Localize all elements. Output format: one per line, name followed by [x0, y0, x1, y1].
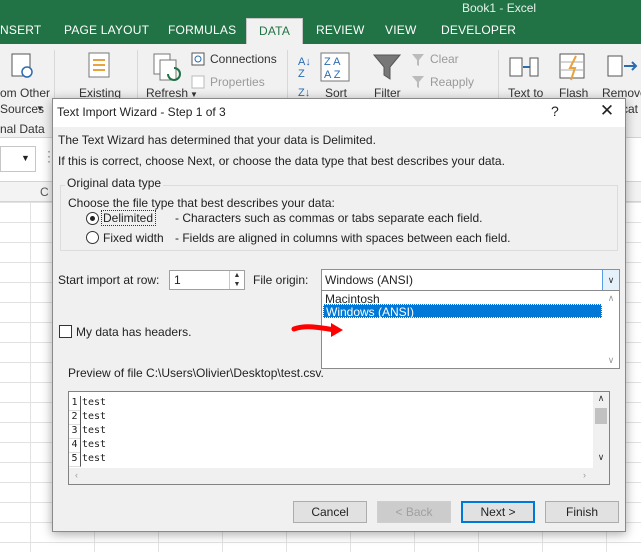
fixed-width-radio[interactable]: [86, 231, 99, 244]
excel-title-bar: Book1 - Excel: [0, 0, 641, 18]
fixed-width-description: - Fields are aligned in columns with spa…: [175, 231, 511, 245]
preview-horizontal-scrollbar[interactable]: ‹ ›: [69, 468, 609, 484]
flash-fill-icon[interactable]: [558, 52, 588, 82]
refresh-all-icon[interactable]: [150, 52, 184, 84]
preview-row-text: test: [82, 411, 107, 422]
from-other-sources-label-1[interactable]: om Other: [0, 86, 50, 100]
start-row-spinner[interactable]: 1 ▲ ▼: [169, 270, 245, 290]
dropdown-scrollbar[interactable]: ∧ ∨: [603, 291, 619, 368]
red-arrow-annotation-icon: [291, 323, 343, 337]
preview-row-text: test: [82, 397, 107, 408]
intro-line-2: If this is correct, choose Next, or choo…: [58, 154, 505, 168]
tab-view[interactable]: VIEW: [385, 23, 416, 37]
group-title: Original data type: [65, 176, 164, 190]
from-other-sources-icon[interactable]: [10, 52, 36, 80]
close-button[interactable]: ✕: [597, 101, 617, 121]
preview-row-number: 2: [69, 410, 81, 425]
file-origin-select[interactable]: Windows (ANSI) ∨: [321, 269, 620, 291]
delimited-label[interactable]: Delimited: [103, 211, 153, 225]
chevron-down-icon[interactable]: ∨: [602, 270, 619, 290]
tab-developer[interactable]: DEVELOPER: [441, 23, 516, 37]
svg-text:A Z: A Z: [324, 69, 341, 81]
spin-up-icon[interactable]: ▲: [230, 271, 244, 280]
start-row-label: Start import at row:: [58, 273, 160, 287]
delimited-radio[interactable]: [86, 212, 99, 225]
scroll-left-icon[interactable]: ‹: [75, 470, 78, 480]
chevron-down-icon: ▼: [21, 153, 30, 163]
chevron-down-icon: ▼: [36, 104, 44, 113]
cancel-button[interactable]: Cancel: [293, 501, 367, 523]
tab-insert[interactable]: NSERT: [0, 23, 41, 37]
spinner-arrows[interactable]: ▲ ▼: [229, 271, 244, 289]
sort-dialog-icon[interactable]: Z A A Z: [320, 52, 350, 82]
ribbon-tab-bar: NSERT PAGE LAYOUT FORMULAS DATA REVIEW V…: [0, 18, 641, 44]
properties-icon: [191, 75, 205, 89]
name-box[interactable]: ▼: [0, 146, 36, 172]
back-button[interactable]: < Back: [377, 501, 451, 523]
preview-row-number: 4: [69, 438, 81, 453]
reapply-label: Reapply: [430, 75, 475, 89]
help-button[interactable]: ?: [551, 103, 559, 119]
clear-filter-icon: [412, 54, 424, 66]
scrollbar-thumb[interactable]: [595, 408, 607, 424]
scroll-up-icon[interactable]: ∧: [593, 393, 609, 404]
headers-checkbox[interactable]: [59, 325, 72, 338]
properties-label: Properties: [210, 75, 265, 89]
file-origin-value[interactable]: Windows (ANSI): [325, 273, 413, 287]
intro-line-1: The Text Wizard has determined that your…: [58, 133, 376, 147]
existing-connections-icon[interactable]: [86, 50, 114, 82]
column-header-c[interactable]: C: [40, 185, 49, 199]
preview-row-text: test: [82, 425, 107, 436]
dialog-title-bar[interactable]: Text Import Wizard - Step 1 of 3 ? ✕: [53, 99, 625, 127]
preview-row-text: test: [82, 439, 107, 450]
next-button[interactable]: Next >: [461, 501, 535, 523]
scroll-down-icon[interactable]: ∨: [603, 355, 619, 366]
group-prompt: Choose the file type that best describes…: [68, 196, 335, 210]
delimited-description: - Characters such as commas or tabs sepa…: [175, 211, 483, 225]
preview-label: Preview of file C:\Users\Olivier\Desktop…: [68, 366, 324, 380]
file-preview[interactable]: 1 test 2 test 3 test 4 test 5 test ∧ ∨ ‹…: [68, 391, 610, 485]
start-row-value[interactable]: 1: [174, 273, 181, 287]
preview-row-number: 5: [69, 452, 81, 467]
spin-down-icon[interactable]: ▼: [230, 280, 244, 289]
filter-icon[interactable]: [372, 52, 402, 82]
scroll-down-icon[interactable]: ∨: [593, 452, 609, 463]
connections-label[interactable]: Connections: [210, 52, 277, 66]
reapply-icon: [412, 76, 424, 88]
connections-icon[interactable]: [191, 52, 205, 66]
clear-label: Clear: [430, 52, 459, 66]
get-external-data-group-label: nal Data: [0, 122, 45, 136]
preview-vertical-scrollbar[interactable]: ∧ ∨: [593, 392, 609, 468]
tab-review[interactable]: REVIEW: [316, 23, 365, 37]
scroll-up-icon[interactable]: ∧: [603, 293, 619, 304]
file-origin-dropdown-list[interactable]: Macintosh Windows (ANSI) ∧ ∨: [321, 290, 620, 369]
preview-row-text: test: [82, 453, 107, 464]
preview-row-number: 3: [69, 424, 81, 439]
file-origin-option-windows-ansi[interactable]: Windows (ANSI): [323, 304, 602, 319]
dialog-title: Text Import Wizard - Step 1 of 3: [57, 105, 226, 119]
tab-page-layout[interactable]: PAGE LAYOUT: [64, 23, 149, 37]
file-origin-label: File origin:: [253, 273, 309, 287]
finish-button[interactable]: Finish: [545, 501, 619, 523]
sort-az-icon[interactable]: A↓ Z: [298, 56, 311, 80]
tab-data[interactable]: DATA: [246, 18, 304, 44]
text-to-columns-icon[interactable]: [508, 52, 540, 82]
remove-duplicates-icon[interactable]: [606, 52, 640, 82]
tab-formulas[interactable]: FORMULAS: [168, 23, 236, 37]
preview-row-number: 1: [69, 396, 81, 411]
fixed-width-label[interactable]: Fixed width: [103, 231, 164, 245]
scroll-right-icon[interactable]: ›: [583, 470, 586, 480]
text-import-wizard-dialog: Text Import Wizard - Step 1 of 3 ? ✕ The…: [52, 98, 626, 532]
svg-text:Z A: Z A: [324, 56, 341, 68]
window-title: Book1 - Excel: [462, 1, 537, 15]
headers-label[interactable]: My data has headers.: [76, 325, 191, 339]
